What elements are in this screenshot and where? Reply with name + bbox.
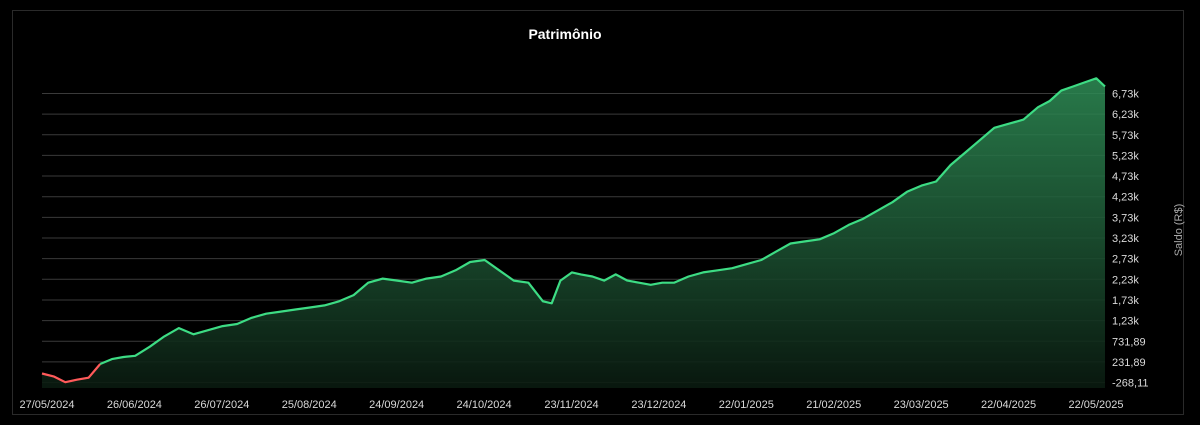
x-tick-label: 23/11/2024 [544, 399, 598, 411]
y-tick-label: 2,73k [1112, 254, 1139, 266]
x-axis-ticks: 27/05/2024 26/06/2024 26/07/2024 25/08/2024… [19, 399, 1123, 411]
y-tick-label: 3,73k [1112, 212, 1139, 224]
balance-area [42, 78, 1105, 389]
patrimonio-chart: -268,11 231,89 731,89 1,23k 1,73k 2,23k 2,73k 3… [19, 26, 1185, 411]
chart-title: Patrimônio [528, 26, 601, 42]
y-tick-label: 6,73k [1112, 88, 1139, 100]
y-axis-ticks: -268,11 231,89 731,89 1,23k 1,73k 2,23k 2,73k 3… [1112, 88, 1149, 389]
y-tick-label: 4,23k [1112, 192, 1139, 204]
x-tick-label: 24/09/2024 [369, 399, 424, 411]
y-tick-label: 2,23k [1112, 274, 1139, 286]
y-tick-label: 1,23k [1112, 316, 1139, 328]
x-tick-label: 21/02/2025 [806, 399, 861, 411]
y-tick-label: -268,11 [1112, 378, 1149, 390]
x-tick-label: 23/12/2024 [631, 399, 686, 411]
x-tick-label: 23/03/2025 [894, 399, 949, 411]
x-tick-label: 25/08/2024 [282, 399, 337, 411]
x-tick-label: 26/07/2024 [194, 399, 249, 411]
chart-panel: -268,11 231,89 731,89 1,23k 1,73k 2,23k 2,73k 3… [0, 0, 1200, 425]
x-tick-label: 26/06/2024 [107, 399, 162, 411]
x-tick-label: 24/10/2024 [457, 399, 512, 411]
x-tick-label: 22/01/2025 [719, 399, 774, 411]
y-tick-label: 4,73k [1112, 171, 1139, 183]
y-axis-label: Saldo (R$) [1173, 204, 1185, 257]
x-tick-label: 22/05/2025 [1068, 399, 1123, 411]
area-fill [42, 78, 1105, 389]
y-tick-label: 231,89 [1112, 357, 1146, 369]
y-tick-label: 5,23k [1112, 150, 1139, 162]
y-tick-label: 5,73k [1112, 130, 1139, 142]
y-tick-label: 1,73k [1112, 295, 1139, 307]
y-tick-label: 731,89 [1112, 336, 1146, 348]
y-tick-label: 6,23k [1112, 109, 1139, 121]
y-tick-label: 3,23k [1112, 233, 1139, 245]
x-tick-label: 22/04/2025 [981, 399, 1036, 411]
x-tick-label: 27/05/2024 [19, 399, 74, 411]
